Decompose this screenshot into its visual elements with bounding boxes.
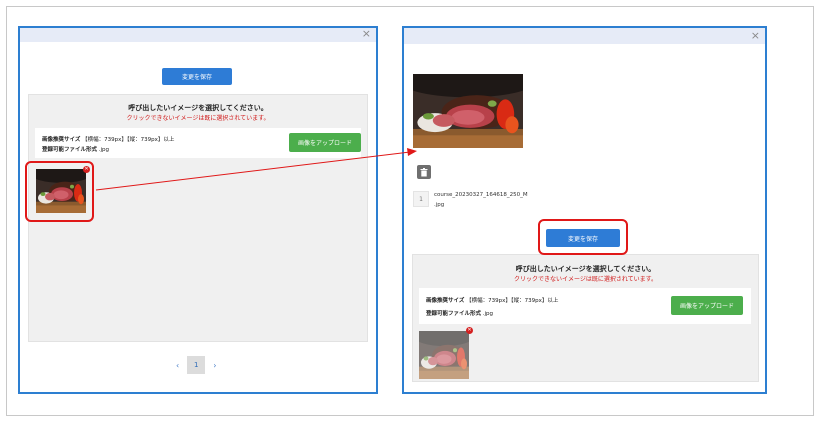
arrow-icon (95, 148, 417, 191)
